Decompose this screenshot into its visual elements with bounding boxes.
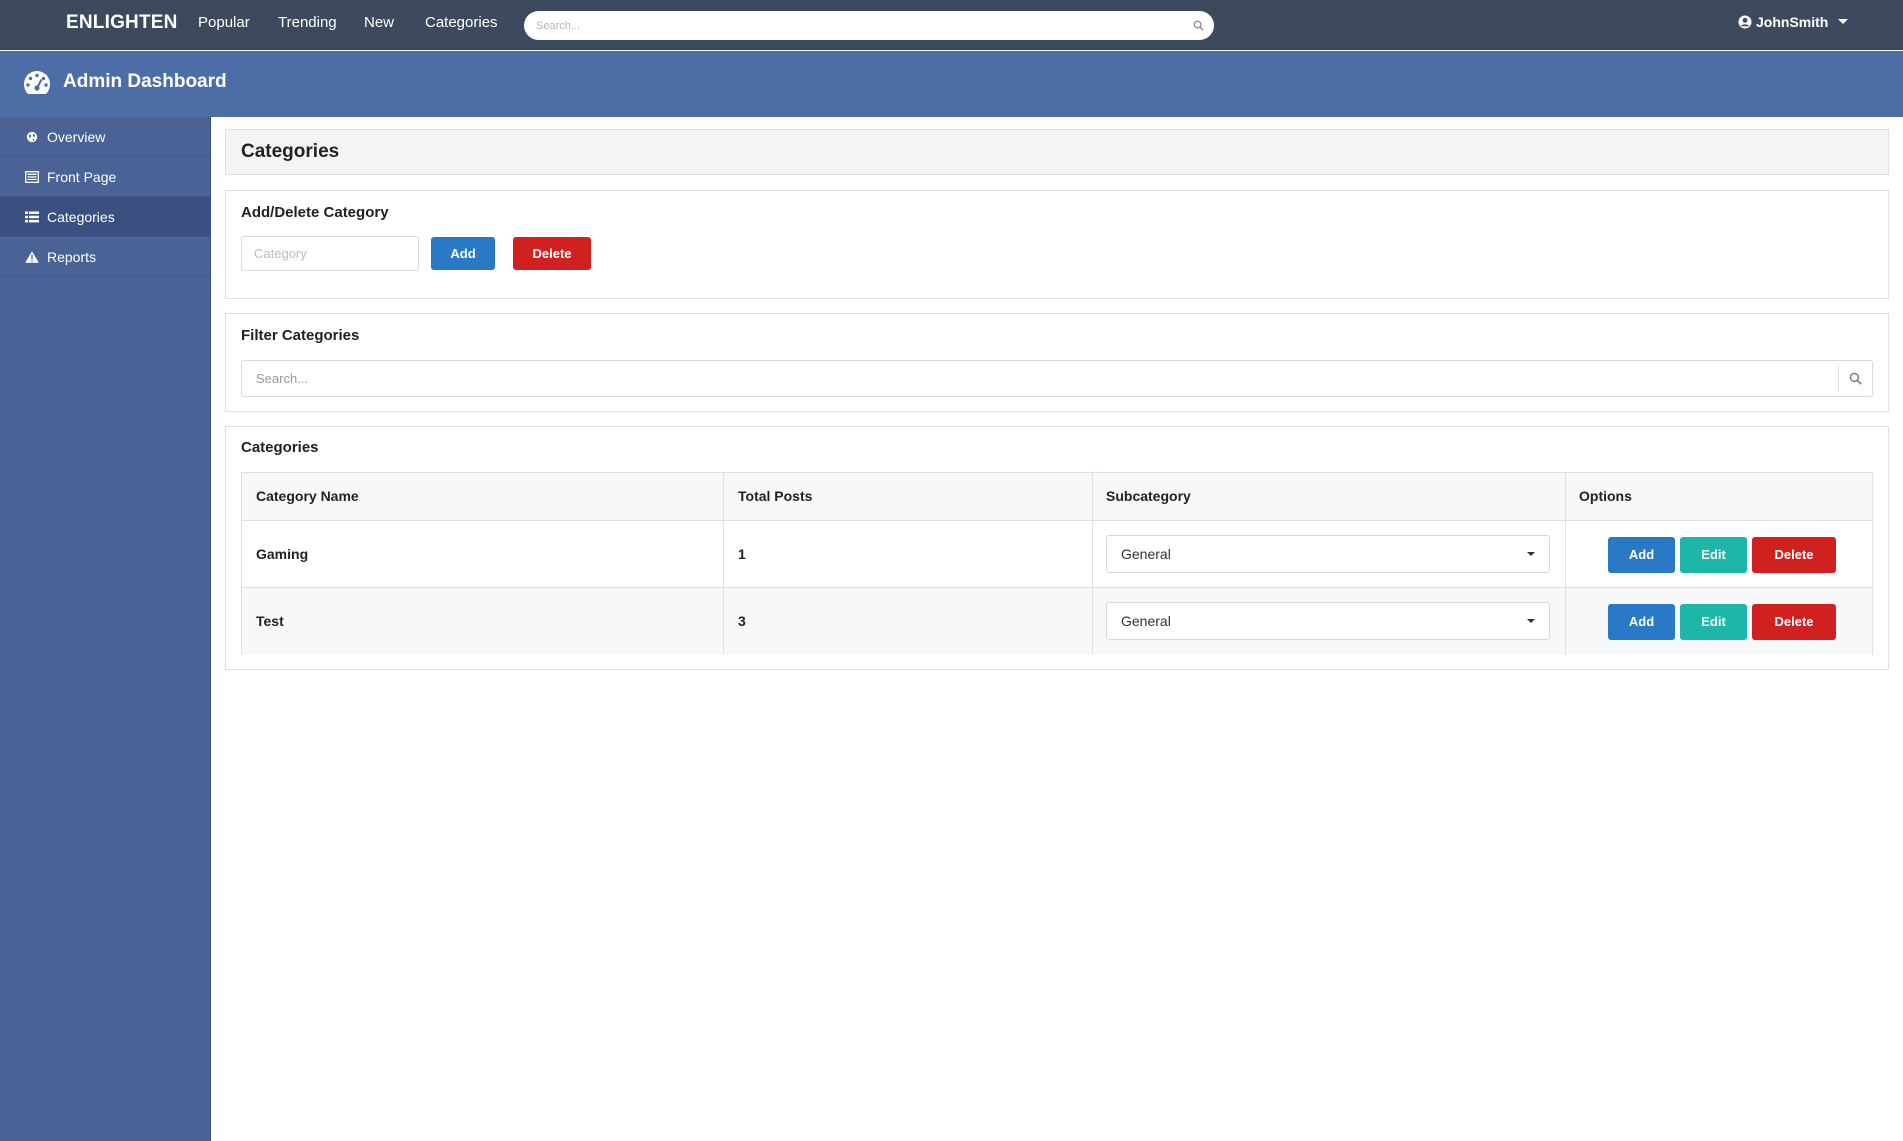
page-title: Categories	[241, 141, 340, 162]
subcategory-selected-value: General	[1121, 546, 1171, 562]
column-header-options: Options	[1579, 488, 1632, 504]
add-delete-title: Add/Delete Category	[241, 204, 389, 221]
sidebar-item-front-page[interactable]: Front Page	[0, 157, 211, 197]
edit-category-button[interactable]: Edit	[1680, 604, 1747, 640]
filter-categories-panel: Filter Categories	[225, 313, 1889, 412]
total-posts-cell: 3	[738, 613, 746, 629]
dashboard-header: Admin Dashboard	[0, 51, 1903, 117]
newspaper-icon	[25, 171, 39, 183]
subcategory-select[interactable]: General	[1106, 602, 1550, 640]
add-subcategory-button[interactable]: Add	[1608, 604, 1675, 640]
edit-category-button[interactable]: Edit	[1680, 537, 1747, 573]
sidebar-item-label: Front Page	[47, 169, 117, 185]
caret-down-icon	[1527, 552, 1535, 556]
nav-link-new[interactable]: New	[364, 0, 394, 46]
delete-category-button[interactable]: Delete	[513, 237, 591, 270]
nav-link-trending[interactable]: Trending	[278, 0, 337, 46]
top-search-input[interactable]	[536, 11, 1176, 40]
list-icon	[25, 211, 39, 223]
search-icon[interactable]	[1849, 372, 1862, 385]
subcategory-selected-value: General	[1121, 613, 1171, 629]
sidebar-item-label: Reports	[47, 249, 97, 265]
page-title-panel: Categories	[225, 129, 1889, 175]
delete-row-button[interactable]: Delete	[1752, 604, 1836, 640]
add-subcategory-button[interactable]: Add	[1608, 537, 1675, 573]
add-category-button[interactable]: Add	[431, 237, 495, 270]
column-header-category-name: Category Name	[256, 488, 359, 504]
user-menu[interactable]: JohnSmith	[1738, 0, 1849, 46]
sidebar: Overview Front Page Categories Reports	[0, 117, 211, 1141]
globe-icon	[26, 131, 38, 143]
nav-link-popular[interactable]: Popular	[198, 0, 250, 46]
caret-down-icon	[1527, 619, 1535, 623]
category-name-cell: Gaming	[256, 546, 309, 562]
warning-icon	[25, 251, 39, 263]
categories-table-panel: Categories Category Name Total Posts Sub…	[225, 426, 1889, 670]
total-posts-cell: 1	[738, 546, 746, 562]
dashboard-title: Admin Dashboard	[63, 71, 227, 92]
dashboard-gauge-icon	[24, 71, 50, 94]
column-divider	[1565, 473, 1566, 654]
category-name-cell: Test	[256, 613, 284, 629]
filter-title: Filter Categories	[241, 327, 360, 344]
add-delete-category-panel: Add/Delete Category Add Delete	[225, 190, 1889, 299]
column-header-subcategory: Subcategory	[1106, 488, 1191, 504]
nav-link-categories[interactable]: Categories	[425, 0, 498, 46]
categories-table-title: Categories	[241, 439, 319, 456]
delete-row-button[interactable]: Delete	[1752, 537, 1836, 573]
sidebar-item-categories[interactable]: Categories	[0, 197, 211, 237]
sidebar-item-label: Categories	[47, 209, 115, 225]
column-divider	[723, 473, 724, 654]
divider	[1838, 365, 1839, 392]
sidebar-item-overview[interactable]: Overview	[0, 117, 211, 157]
top-navbar: ENLIGHTEN Popular Trending New Categorie…	[0, 0, 1903, 50]
filter-search-input[interactable]	[256, 361, 1826, 396]
filter-search-box	[241, 360, 1873, 397]
table-row: Test 3 General Add Edit Delete	[242, 588, 1872, 655]
chevron-down-icon	[1838, 19, 1849, 24]
subcategory-cell: General	[1092, 588, 1565, 655]
search-icon[interactable]	[1193, 20, 1204, 31]
subcategory-cell: General	[1092, 521, 1565, 588]
category-input[interactable]	[241, 236, 419, 271]
sidebar-item-label: Overview	[47, 129, 106, 145]
sidebar-item-reports[interactable]: Reports	[0, 237, 211, 277]
column-divider	[1092, 473, 1093, 654]
user-circle-icon	[1738, 15, 1752, 29]
username-label: JohnSmith	[1756, 14, 1829, 30]
brand-logo[interactable]: ENLIGHTEN	[66, 0, 178, 50]
top-search-box	[524, 11, 1214, 40]
column-header-total-posts: Total Posts	[738, 488, 813, 504]
table-row: Gaming 1 General Add Edit Delete	[242, 521, 1872, 588]
categories-table: Category Name Total Posts Subcategory Op…	[241, 472, 1873, 655]
subcategory-select[interactable]: General	[1106, 535, 1550, 573]
